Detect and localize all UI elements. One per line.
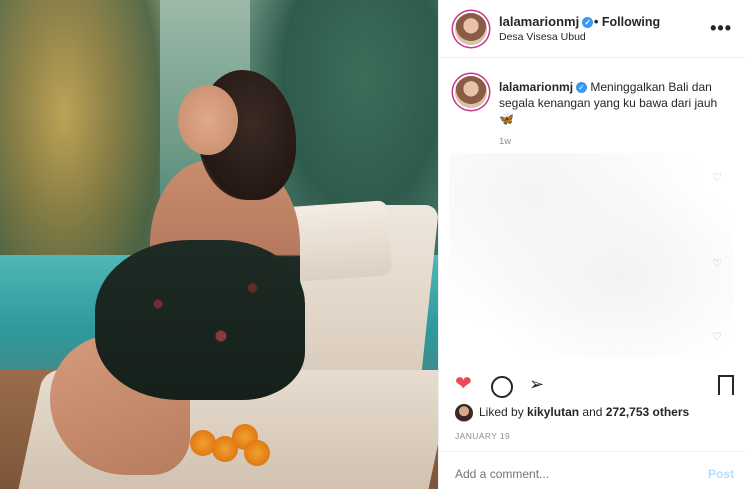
post-date[interactable]: JANUARY 19 <box>455 431 510 441</box>
post-photo[interactable] <box>0 0 438 489</box>
liker-avatar[interactable] <box>455 404 473 422</box>
author-avatar[interactable] <box>455 13 487 45</box>
caption-avatar[interactable] <box>455 76 487 108</box>
more-options-icon[interactable]: ••• <box>710 18 732 39</box>
caption-text: lalamarionmj ✓ Meninggalkan Bali dan sega… <box>499 79 729 127</box>
comment-icon[interactable] <box>491 376 513 398</box>
following-button[interactable]: • Following <box>594 15 660 29</box>
caption-verified-icon: ✓ <box>576 82 588 94</box>
comment-bar: Post <box>439 451 745 489</box>
share-icon[interactable]: ➢ <box>529 372 544 396</box>
likes-connector: and <box>582 405 603 420</box>
post-comment-button[interactable]: Post <box>708 467 734 481</box>
heart-filled-icon[interactable]: ❤ <box>455 372 472 396</box>
likes-prefix: Liked by <box>479 405 524 420</box>
photo-dress <box>95 240 305 400</box>
caption-section: lalamarionmj ✓ Meninggalkan Bali dan sega… <box>439 58 745 358</box>
liker-username[interactable]: kikylutan <box>527 405 579 419</box>
post-side-panel: lalamarionmj ✓ • Following Desa Visesa Ub… <box>438 0 745 489</box>
action-bar: ❤ ➢ <box>439 370 745 403</box>
comments-area <box>449 153 734 358</box>
caption-time[interactable]: 1w <box>499 136 511 147</box>
verified-badge-icon: ✓ <box>582 17 594 29</box>
author-username-text[interactable]: lalamarionmj <box>499 14 579 29</box>
post-header: lalamarionmj ✓ • Following Desa Visesa Ub… <box>439 0 745 58</box>
photo-woman-face <box>178 85 238 155</box>
comment-like-icon[interactable]: ♡ <box>712 257 722 270</box>
photo-flowers <box>190 422 270 468</box>
location-link[interactable]: Desa Visesa Ubud <box>499 31 586 43</box>
likes-summary: Liked by kikylutan and 272,753 others <box>455 404 689 422</box>
comment-input[interactable] <box>455 467 675 481</box>
comment-like-icon[interactable]: ♡ <box>712 171 722 184</box>
bookmark-icon[interactable] <box>718 375 734 403</box>
author-username[interactable]: lalamarionmj ✓ <box>499 14 594 29</box>
comment-like-icon[interactable]: ♡ <box>712 330 722 343</box>
likes-count[interactable]: 272,753 others <box>606 405 689 419</box>
caption-username[interactable]: lalamarionmj <box>499 80 573 94</box>
